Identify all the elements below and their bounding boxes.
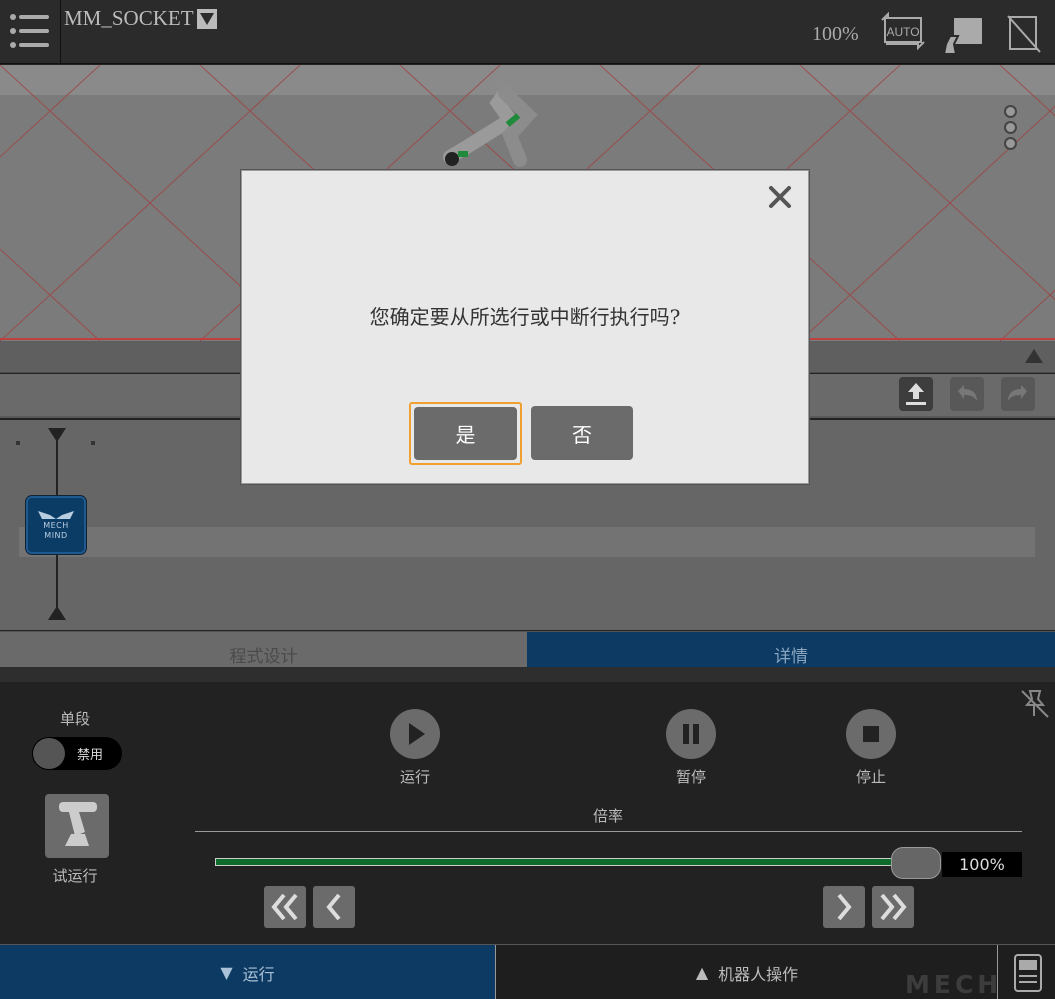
global-speed: 100% [812,23,859,45]
pin-icon[interactable] [1018,687,1052,721]
teach-pendant-button[interactable] [997,945,1055,999]
auto-mode-icon[interactable]: AUTO [880,12,926,52]
pause-label: 暂停 [675,768,706,786]
robot-arm-icon [59,802,97,846]
rate-label: 倍率 [592,807,623,825]
close-icon[interactable] [766,183,794,211]
yes-button-focus-ring: 是 [409,402,522,465]
panel-separator [0,667,1055,682]
chevron-right-icon [837,893,852,921]
run-label: 运行 [399,768,430,786]
toggle-knob [33,738,65,769]
tab-robot-operation-label: 机器人操作 [718,964,799,984]
svg-text:AUTO: AUTO [886,25,919,39]
chevron-down-icon [196,8,217,29]
confirm-dialog: 您确定要从所选行或中断行执行吗? 是 否 [241,170,809,484]
play-icon [409,723,425,745]
program-name: MM_SOCKET [64,6,194,30]
robot-teach-icon[interactable] [940,16,984,56]
upload-button[interactable] [899,377,933,411]
rate-slider-track[interactable] [215,858,895,866]
mech-mind-node[interactable]: MECH MIND [26,496,86,554]
upload-icon [906,383,926,405]
toggle-state: 禁用 [77,748,104,763]
triangle-up-icon: ▲ [695,963,709,982]
menu-icon [10,14,49,48]
node-label-line1: MECH [43,521,69,530]
timeline-marker [16,441,20,445]
rate-slider-handle[interactable] [891,847,941,879]
top-bar: MM_SOCKET 100% AUTO [0,0,1055,64]
no-device-icon[interactable] [1006,14,1042,54]
chevron-left-icon [326,893,341,921]
tab-run[interactable]: ▼ 运行 [0,945,496,999]
tab-details[interactable]: 详情 [527,632,1055,668]
no-button[interactable]: 否 [531,406,633,460]
step-forward-fast-button[interactable] [872,886,914,928]
timeline-start-icon [48,428,66,442]
collapse-up-icon[interactable] [1025,349,1043,363]
run-control-panel: 单段 禁用 试运行 运行 暂停 停止 倍率 100% [0,682,1055,944]
view-tabs: 程式设计 详情 [0,631,1055,668]
undo-button[interactable] [950,377,984,411]
dialog-message: 您确定要从所选行或中断行执行吗? [369,305,681,329]
step-forward-button[interactable] [823,886,865,928]
tab-run-label: 运行 [242,964,275,984]
trial-run-label: 试运行 [52,867,98,885]
rate-value: 100% [942,852,1022,877]
double-chevron-left-icon [271,893,298,921]
double-chevron-right-icon [880,893,907,921]
teach-pendant-icon [1014,954,1042,992]
step-back-button[interactable] [313,886,355,928]
redo-icon [1008,385,1027,401]
timeline-row[interactable] [19,527,1035,557]
program-selector[interactable]: MM_SOCKET [64,6,217,31]
mech-mind-logo-icon [38,511,74,519]
run-button[interactable] [390,709,440,759]
menu-button[interactable] [0,0,61,64]
single-step-label: 单段 [59,710,90,728]
redo-button[interactable] [1001,377,1035,411]
more-options-icon[interactable] [1004,105,1018,150]
timeline-end-icon [48,606,66,620]
bottom-bar: ▼ 运行 ▲ 机器人操作 MECH MIND [0,944,1055,999]
node-label-line2: MIND [44,531,68,540]
stop-button[interactable] [846,709,896,759]
triangle-down-icon: ▼ [220,963,233,982]
step-back-fast-button[interactable] [264,886,306,928]
stop-icon [863,726,879,742]
rate-divider [195,831,1022,832]
timeline-marker [91,441,95,445]
pause-icon [683,724,699,744]
undo-icon [958,385,977,401]
stop-label: 停止 [855,768,886,786]
trial-run-button[interactable] [45,794,109,858]
yes-button[interactable]: 是 [414,407,517,460]
single-step-toggle[interactable]: 禁用 [32,737,122,770]
pause-button[interactable] [666,709,716,759]
tab-program-design[interactable]: 程式设计 [0,632,527,668]
